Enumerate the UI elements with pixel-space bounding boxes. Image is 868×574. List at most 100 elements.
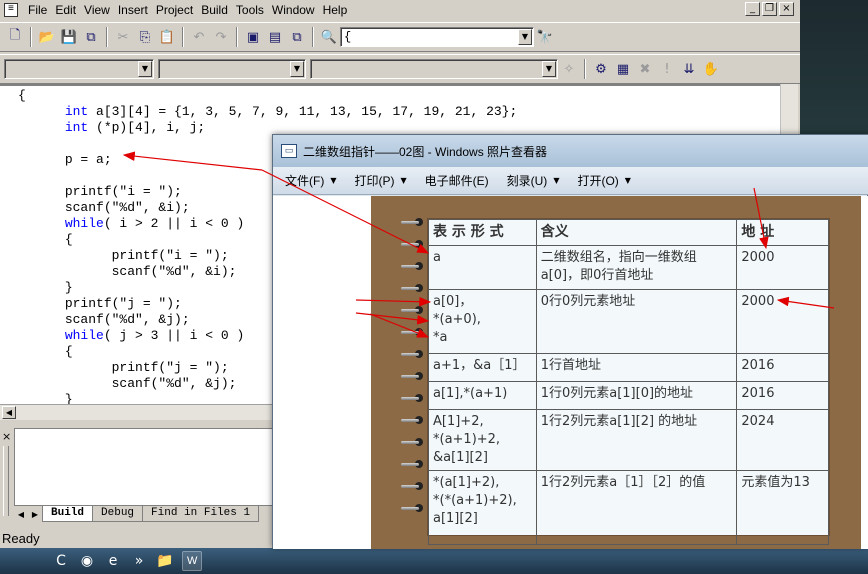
viewer-menu-label: 文件(F): [285, 174, 325, 188]
table-cell: a[0]， *(a+0), *a: [428, 289, 537, 354]
output-panel: × ◀ ▶ Build Debug Find in Files 1: [0, 424, 280, 532]
spiral-ring: [401, 284, 427, 292]
chevron-down-icon[interactable]: ▼: [290, 61, 304, 77]
folder-icon[interactable]: 📁: [154, 551, 176, 571]
viewer-menu-item[interactable]: 打开(O) ▼: [577, 172, 630, 189]
browser-icon[interactable]: ◉: [76, 551, 98, 571]
more-icon[interactable]: »: [128, 551, 150, 571]
tab-scroll-left-icon[interactable]: ◀: [14, 508, 28, 522]
ring-wire: [401, 353, 419, 356]
code-keyword: int: [64, 104, 89, 119]
menu-project[interactable]: Project: [152, 3, 197, 17]
members-combo[interactable]: ▼: [310, 59, 558, 79]
code-token: {: [64, 344, 73, 359]
paste-icon[interactable]: 📋: [156, 26, 178, 48]
save-all-icon[interactable]: ⧉: [80, 26, 102, 48]
new-file-icon[interactable]: 🗋: [4, 26, 26, 48]
output-window-icon[interactable]: ▤: [264, 26, 286, 48]
menu-build[interactable]: Build: [197, 3, 232, 17]
browser2-icon[interactable]: e: [102, 551, 124, 571]
menu-window[interactable]: Window: [268, 3, 319, 17]
table-cell: 二维数组名，指向一维数组a[0]，即0行首地址: [535, 245, 738, 290]
table-row: a[0]， *(a+0), *a 0行0列元素地址 2000: [428, 289, 829, 354]
menu-insert[interactable]: Insert: [114, 3, 152, 17]
breakpoint-icon[interactable]: ✋: [700, 58, 722, 80]
viewer-menu-label: 打印(P): [354, 174, 395, 188]
tab-debug[interactable]: Debug: [92, 506, 144, 522]
viewer-title: 二维数组指针——02图 - Windows 照片查看器: [303, 144, 548, 159]
viewer-menu-label: 刻录(U): [506, 174, 548, 188]
menu-edit[interactable]: Edit: [51, 3, 80, 17]
table-row: *(a[1]+2), *(*(a+1)+2), a[1][2] 1行2列元素a［1…: [428, 470, 829, 545]
chevron-down-icon[interactable]: ▼: [138, 61, 152, 77]
table-cell: A[1]+2, *(a+1)+2, &a[1][2]: [428, 409, 537, 471]
code-token: printf("i = ");: [64, 184, 182, 199]
menu-file[interactable]: File: [24, 3, 51, 17]
taskbar-window-button[interactable]: W: [182, 551, 203, 571]
spiral-ring: [401, 372, 427, 380]
code-token: printf("j = ");: [64, 296, 182, 311]
tab-scroll-right-icon[interactable]: ▶: [28, 508, 42, 522]
menu-view[interactable]: View: [80, 3, 114, 17]
redo-icon[interactable]: ↷: [210, 26, 232, 48]
cut-icon[interactable]: ✂: [112, 26, 134, 48]
code-line: int a[3][4] = {1, 3, 5, 7, 9, 11, 13, 15…: [18, 104, 517, 120]
workspace-icon[interactable]: ▣: [242, 26, 264, 48]
viewer-menu-item[interactable]: 文件(F) ▼: [285, 172, 336, 189]
execute-icon[interactable]: !: [656, 58, 678, 80]
code-keyword: int: [64, 120, 89, 135]
copy-icon[interactable]: ⎘: [134, 26, 156, 48]
minimize-button[interactable]: _: [745, 2, 760, 16]
output-pane[interactable]: [14, 428, 280, 506]
table-cell: 1行2列元素a[1][2] 的地址: [535, 409, 738, 471]
scroll-left-icon[interactable]: ◀: [2, 406, 16, 419]
menu-tools[interactable]: Tools: [232, 3, 268, 17]
table-header-cell: 地 址: [736, 219, 829, 246]
chevron-down-icon: ▼: [400, 176, 407, 185]
class-combo[interactable]: ▼: [4, 59, 154, 79]
wizard-action-icon[interactable]: ✧: [558, 58, 580, 80]
table-cell: *(a[1]+2), *(*(a+1)+2), a[1][2]: [428, 470, 537, 545]
app-icon[interactable]: ≡: [4, 3, 18, 17]
undo-icon[interactable]: ↶: [188, 26, 210, 48]
photo-viewer-window: ▭ 二维数组指针——02图 - Windows 照片查看器 文件(F) ▼ 打印(P…: [272, 134, 868, 549]
stop-build-icon[interactable]: ✖: [634, 58, 656, 80]
table-cell: 2016: [736, 381, 829, 410]
viewer-menu-item[interactable]: 电子邮件(E): [425, 172, 489, 189]
viewer-menu-item[interactable]: 打印(P) ▼: [354, 172, 406, 189]
code-token: p = a;: [64, 152, 112, 167]
build-icon[interactable]: ▦: [612, 58, 634, 80]
find-icon[interactable]: 🔭: [534, 26, 556, 48]
horizontal-scrollbar[interactable]: ◀: [0, 404, 280, 420]
restore-button[interactable]: ❐: [762, 2, 777, 16]
app-c-icon[interactable]: C: [50, 551, 72, 571]
spiral-ring: [401, 416, 427, 424]
tab-find-in-files-1[interactable]: Find in Files 1: [142, 506, 260, 522]
viewer-title-bar[interactable]: ▭ 二维数组指针——02图 - Windows 照片查看器: [273, 135, 868, 167]
ring-wire: [401, 287, 419, 290]
close-button[interactable]: ×: [779, 2, 794, 16]
find-combo[interactable]: { ▼: [340, 27, 534, 47]
tab-build[interactable]: Build: [42, 506, 94, 522]
open-folder-icon[interactable]: 📂: [36, 26, 58, 48]
notebook-page: 表 示 形 式含义地 址 a 二维数组名，指向一维数组a[0]，即0行首地址 2000…: [427, 218, 830, 545]
compile-icon[interactable]: ⚙: [590, 58, 612, 80]
chevron-down-icon[interactable]: ▼: [518, 29, 532, 45]
close-icon[interactable]: ×: [2, 430, 11, 443]
ring-wire: [401, 375, 419, 378]
table-cell: 1行2列元素a［1］［2］的值: [535, 470, 738, 545]
go-icon[interactable]: ⇊: [678, 58, 700, 80]
ring-wire: [401, 397, 419, 400]
panel-gripper[interactable]: [3, 446, 9, 516]
menu-help[interactable]: Help: [319, 3, 352, 17]
ring-wire: [401, 331, 419, 334]
toolbar-separator: [584, 59, 586, 79]
ring-wire: [401, 243, 419, 246]
filter-combo[interactable]: ▼: [158, 59, 306, 79]
viewer-menu-item[interactable]: 刻录(U) ▼: [507, 172, 560, 189]
find-in-files-icon[interactable]: 🔍: [318, 26, 340, 48]
window-list-icon[interactable]: ⧉: [286, 26, 308, 48]
save-icon[interactable]: 💾: [58, 26, 80, 48]
chevron-down-icon[interactable]: ▼: [542, 61, 556, 77]
find-combo-value: {: [344, 30, 352, 44]
